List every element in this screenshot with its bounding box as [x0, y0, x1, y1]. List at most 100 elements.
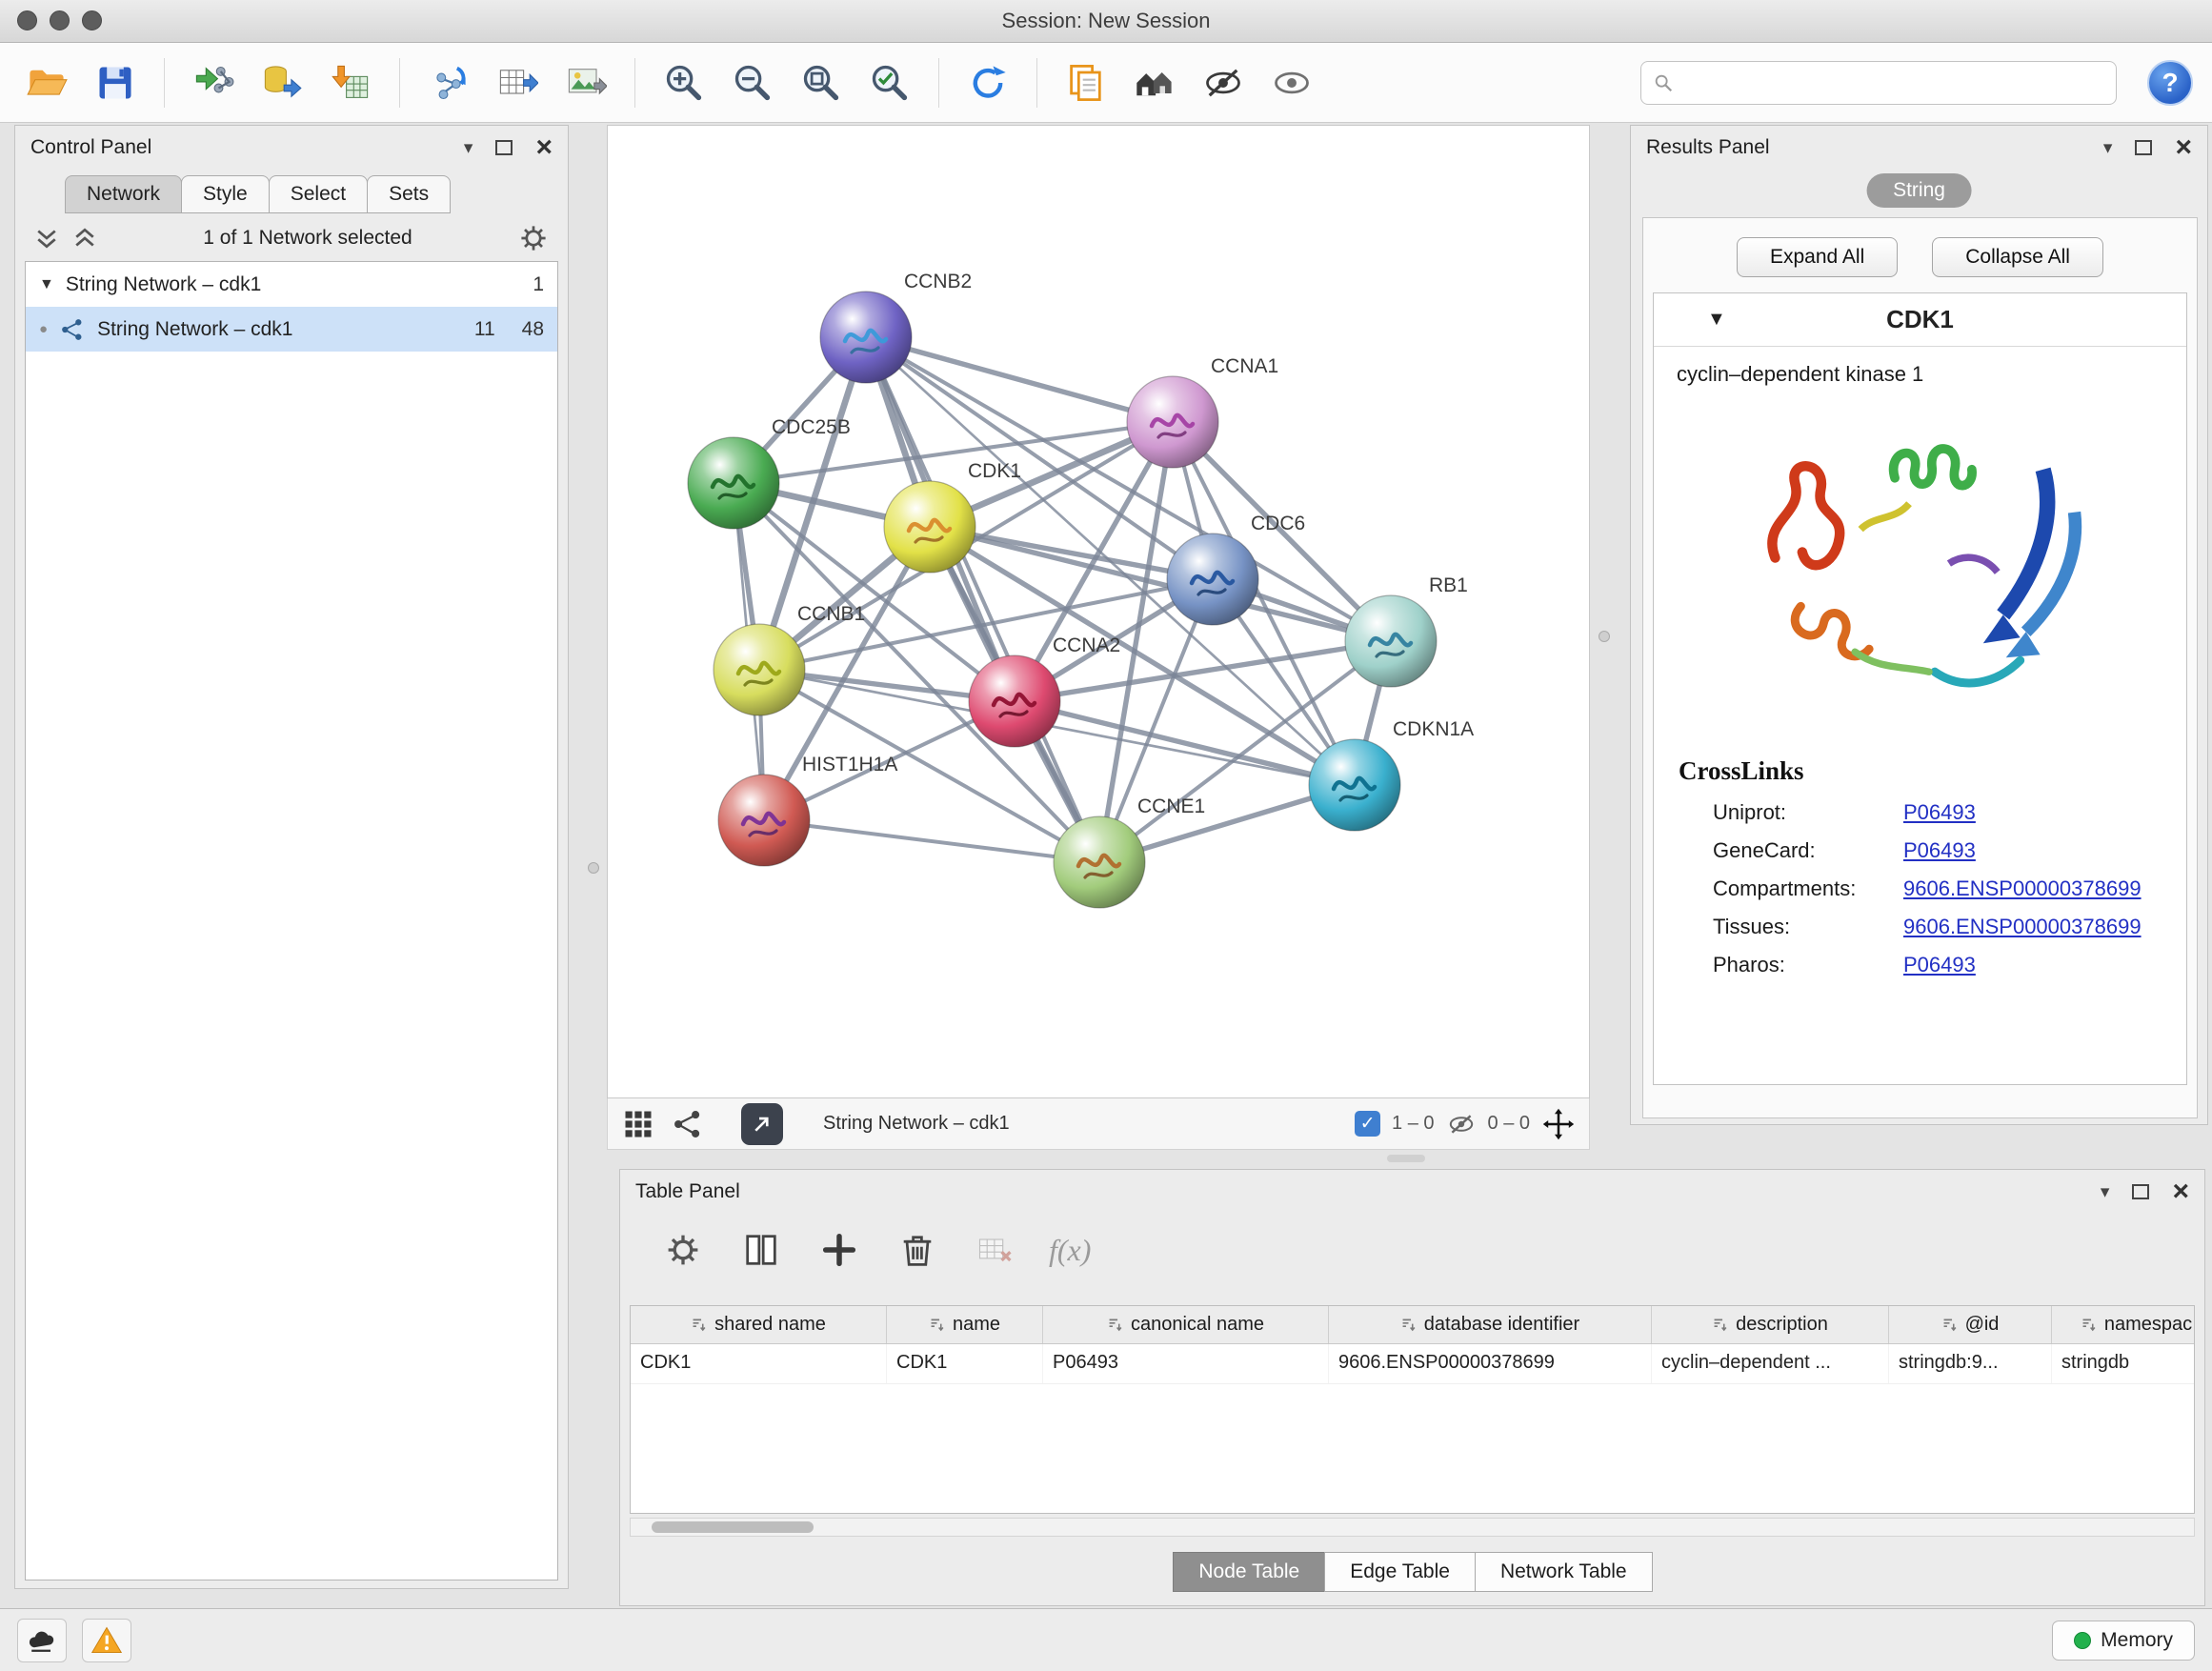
- panel-float-icon[interactable]: [2132, 1184, 2149, 1199]
- crosslink-link[interactable]: P06493: [1903, 838, 1976, 863]
- crosslink-link[interactable]: P06493: [1903, 953, 1976, 977]
- table-cell[interactable]: CDK1: [887, 1344, 1043, 1383]
- close-window-icon[interactable]: [17, 10, 37, 30]
- network-row[interactable]: ● String Network – cdk1 11 48: [26, 307, 557, 352]
- import-database-button[interactable]: [254, 55, 310, 111]
- table-hscrollbar[interactable]: [630, 1518, 2195, 1537]
- string-tab-badge[interactable]: String: [1866, 173, 1972, 208]
- show-elements-button[interactable]: [1264, 55, 1319, 111]
- panel-close-icon[interactable]: ×: [2175, 136, 2192, 159]
- crosslink-link[interactable]: P06493: [1903, 800, 1976, 825]
- right-splitter-handle[interactable]: [1599, 631, 1610, 642]
- table-row[interactable]: CDK1CDK1P064939606.ENSP00000378699cyclin…: [631, 1344, 2194, 1384]
- horizontal-splitter[interactable]: [607, 1155, 2205, 1162]
- collapse-all-tree-icon[interactable]: [70, 224, 99, 252]
- show-columns-button[interactable]: [736, 1225, 786, 1275]
- table-cell[interactable]: P06493: [1043, 1344, 1329, 1383]
- tab-network-table[interactable]: Network Table: [1475, 1552, 1653, 1592]
- network-share-button[interactable]: [671, 1107, 705, 1141]
- global-search-field[interactable]: [1640, 61, 2117, 105]
- open-in-window-button[interactable]: [741, 1103, 783, 1145]
- table-cell[interactable]: stringdb:9...: [1889, 1344, 2052, 1383]
- open-session-button[interactable]: [19, 55, 74, 111]
- column-header[interactable]: canonical name: [1043, 1306, 1329, 1343]
- network-node-CCNB2[interactable]: [820, 292, 912, 383]
- table-cell[interactable]: cyclin–dependent ...: [1652, 1344, 1889, 1383]
- zoom-fit-button[interactable]: [794, 55, 849, 111]
- zoom-in-button[interactable]: [656, 55, 712, 111]
- left-splitter-handle[interactable]: [588, 862, 599, 874]
- warnings-button[interactable]: [82, 1619, 131, 1662]
- column-header[interactable]: namespac: [2052, 1306, 2195, 1343]
- tab-select[interactable]: Select: [269, 175, 368, 213]
- panel-close-icon[interactable]: ×: [2172, 1180, 2189, 1203]
- network-node-CDC6[interactable]: [1167, 534, 1258, 625]
- cloud-status-button[interactable]: [17, 1619, 67, 1662]
- zoom-out-button[interactable]: [725, 55, 780, 111]
- network-node-CDK1[interactable]: [884, 481, 975, 573]
- network-node-CCNA2[interactable]: [969, 655, 1060, 747]
- network-canvas[interactable]: CCNB2CCNA1CDC25BCDK1CDC6RB1CCNB1CCNA2CDK…: [607, 125, 1590, 1098]
- network-overview-button[interactable]: [1127, 55, 1182, 111]
- column-header[interactable]: @id: [1889, 1306, 2052, 1343]
- help-button[interactable]: ?: [2147, 60, 2193, 106]
- copy-document-button[interactable]: [1058, 55, 1114, 111]
- crosslink-link[interactable]: 9606.ENSP00000378699: [1903, 876, 2142, 901]
- zoom-selected-button[interactable]: [862, 55, 917, 111]
- network-node-CDKN1A[interactable]: [1309, 739, 1400, 831]
- panel-menu-icon[interactable]: ▾: [464, 139, 473, 157]
- memory-button[interactable]: Memory: [2052, 1621, 2195, 1661]
- network-edge[interactable]: [764, 820, 1099, 862]
- panel-close-icon[interactable]: ×: [535, 136, 553, 159]
- gear-icon[interactable]: [516, 221, 551, 255]
- network-node-HIST1H1A[interactable]: [718, 775, 810, 866]
- panel-menu-icon[interactable]: ▾: [2103, 139, 2113, 157]
- column-header[interactable]: shared name: [631, 1306, 887, 1343]
- export-image-button[interactable]: [558, 55, 613, 111]
- column-header[interactable]: name: [887, 1306, 1043, 1343]
- export-table-button[interactable]: [490, 55, 545, 111]
- hide-elements-button[interactable]: [1196, 55, 1251, 111]
- expand-all-button[interactable]: Expand All: [1737, 237, 1898, 277]
- network-node-CCNE1[interactable]: [1054, 816, 1145, 908]
- table-cell[interactable]: stringdb: [2052, 1344, 2195, 1383]
- import-network-button[interactable]: [186, 55, 241, 111]
- network-node-CDC25B[interactable]: [688, 437, 779, 529]
- tab-network[interactable]: Network: [65, 175, 182, 213]
- tab-sets[interactable]: Sets: [367, 175, 451, 213]
- birdseye-grid-button[interactable]: [621, 1107, 655, 1141]
- pan-move-icon[interactable]: [1541, 1107, 1576, 1141]
- function-builder-button[interactable]: f(x): [1049, 1233, 1091, 1268]
- expand-all-tree-icon[interactable]: [32, 224, 61, 252]
- table-cell[interactable]: 9606.ENSP00000378699: [1329, 1344, 1652, 1383]
- collapse-all-button[interactable]: Collapse All: [1932, 237, 2103, 277]
- crosslink-link[interactable]: 9606.ENSP00000378699: [1903, 915, 2142, 939]
- column-header[interactable]: description: [1652, 1306, 1889, 1343]
- tree-expand-icon[interactable]: ▼: [39, 276, 54, 293]
- tab-node-table[interactable]: Node Table: [1173, 1552, 1325, 1592]
- network-node-RB1[interactable]: [1345, 595, 1437, 687]
- tab-edge-table[interactable]: Edge Table: [1324, 1552, 1476, 1592]
- save-session-button[interactable]: [88, 55, 143, 111]
- section-collapse-icon[interactable]: ▼: [1707, 309, 1726, 331]
- panel-float-icon[interactable]: [495, 140, 513, 155]
- export-network-button[interactable]: [421, 55, 476, 111]
- table-settings-button[interactable]: [658, 1225, 708, 1275]
- refresh-button[interactable]: [960, 55, 1016, 111]
- delete-column-button[interactable]: [893, 1225, 942, 1275]
- minimize-window-icon[interactable]: [50, 10, 70, 30]
- hidden-eye-icon[interactable]: [1446, 1109, 1477, 1139]
- network-edge[interactable]: [866, 337, 1099, 862]
- selected-checkbox-icon[interactable]: ✓: [1355, 1111, 1380, 1137]
- tab-style[interactable]: Style: [181, 175, 270, 213]
- import-table-button[interactable]: [323, 55, 378, 111]
- column-header[interactable]: database identifier: [1329, 1306, 1652, 1343]
- network-node-CCNA1[interactable]: [1127, 376, 1218, 468]
- panel-menu-icon[interactable]: ▾: [2101, 1183, 2110, 1201]
- network-node-CCNB1[interactable]: [714, 624, 805, 715]
- panel-float-icon[interactable]: [2135, 140, 2152, 155]
- add-column-button[interactable]: [814, 1225, 864, 1275]
- scrollbar-thumb[interactable]: [652, 1521, 814, 1533]
- delete-table-button-disabled[interactable]: [971, 1225, 1020, 1275]
- network-collection-row[interactable]: ▼ String Network – cdk1 1: [26, 262, 557, 307]
